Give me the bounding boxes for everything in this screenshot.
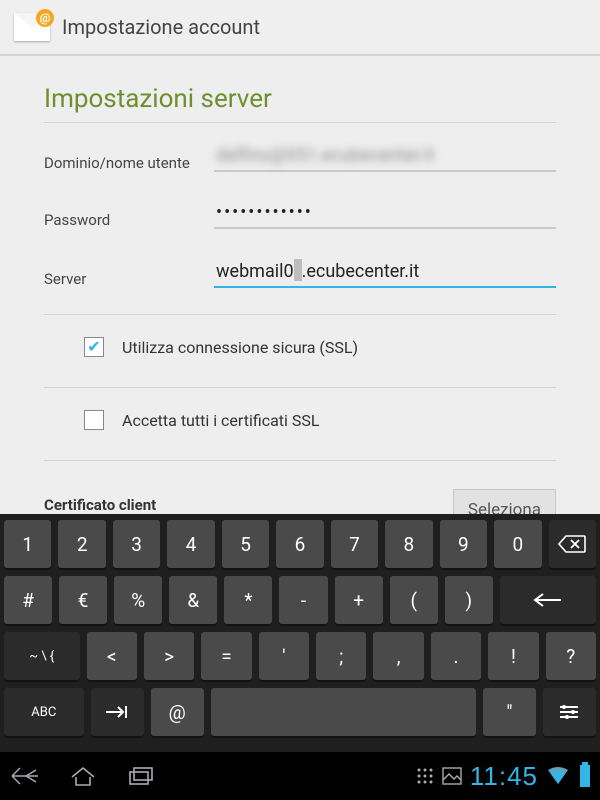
- domain-input[interactable]: delfino@051.ecubecenter.it: [214, 141, 556, 172]
- key-dquote[interactable]: ": [483, 688, 536, 736]
- key-lt[interactable]: <: [87, 632, 137, 680]
- key-plus[interactable]: +: [335, 576, 383, 624]
- key-euro[interactable]: €: [59, 576, 107, 624]
- nav-home-icon[interactable]: [68, 765, 98, 787]
- status-clock: 11:45: [470, 761, 538, 792]
- key-1[interactable]: 1: [4, 520, 51, 568]
- key-lparen[interactable]: (: [390, 576, 438, 624]
- soft-keyboard: 1 2 3 4 5 6 7 8 9 0 # € % & * - + ( ) ~ …: [0, 514, 600, 752]
- server-input-post: .ecubecenter.it: [302, 261, 420, 282]
- select-cert-button[interactable]: Seleziona: [453, 489, 556, 514]
- key-enter[interactable]: [500, 576, 596, 624]
- key-period[interactable]: .: [431, 632, 481, 680]
- key-7[interactable]: 7: [331, 520, 378, 568]
- key-space[interactable]: [211, 688, 476, 736]
- ssl-checkbox-label: Utilizza connessione sicura (SSL): [122, 338, 358, 357]
- key-question[interactable]: ?: [546, 632, 596, 680]
- server-label: Server: [44, 270, 214, 288]
- backspace-icon: [558, 535, 586, 553]
- ssl-checkbox[interactable]: [84, 337, 104, 357]
- key-0[interactable]: 0: [494, 520, 541, 568]
- password-input[interactable]: ••••••••••••: [214, 198, 556, 229]
- text-cursor: [294, 259, 302, 281]
- keyboard-row-1: 1 2 3 4 5 6 7 8 9 0: [4, 520, 596, 568]
- settings-form: Impostazioni server Dominio/nome utente …: [0, 56, 600, 514]
- key-tab[interactable]: [91, 688, 144, 736]
- key-2[interactable]: 2: [58, 520, 105, 568]
- key-apos[interactable]: ': [259, 632, 309, 680]
- key-rparen[interactable]: ): [445, 576, 493, 624]
- key-6[interactable]: 6: [276, 520, 323, 568]
- key-3[interactable]: 3: [113, 520, 160, 568]
- email-app-icon: @: [14, 13, 50, 41]
- system-bar: 11:45: [0, 752, 600, 800]
- key-star[interactable]: *: [224, 576, 272, 624]
- nav-recent-icon[interactable]: [126, 766, 156, 786]
- key-abc[interactable]: ABC: [4, 688, 84, 736]
- app-bar-title: Impostazione account: [62, 15, 260, 39]
- battery-icon: [580, 765, 590, 787]
- key-settings[interactable]: [543, 688, 596, 736]
- page-title: Impostazioni server: [44, 84, 556, 114]
- picture-icon: [442, 767, 462, 785]
- key-percent[interactable]: %: [114, 576, 162, 624]
- client-cert-label: Certificato client: [44, 496, 156, 514]
- key-bang[interactable]: !: [488, 632, 538, 680]
- key-comma[interactable]: ,: [373, 632, 423, 680]
- key-more-symbols[interactable]: ~ \ {: [4, 632, 80, 680]
- nav-back-icon[interactable]: [10, 766, 40, 786]
- key-4[interactable]: 4: [167, 520, 214, 568]
- key-semicolon[interactable]: ;: [316, 632, 366, 680]
- enter-icon: [531, 591, 565, 609]
- key-5[interactable]: 5: [222, 520, 269, 568]
- notification-dots-icon[interactable]: [416, 767, 434, 785]
- wifi-icon: [546, 766, 570, 786]
- server-input[interactable]: webmail0 .ecubecenter.it: [214, 255, 556, 288]
- accept-all-checkbox-label: Accetta tutti i certificati SSL: [122, 411, 320, 430]
- key-at[interactable]: @: [151, 688, 204, 736]
- keyboard-row-2: # € % & * - + ( ): [4, 576, 596, 624]
- keyboard-settings-icon: [558, 703, 580, 721]
- server-input-pre: webmail0: [216, 261, 294, 282]
- tab-icon: [104, 704, 130, 720]
- ssl-checkbox-row[interactable]: Utilizza connessione sicura (SSL): [84, 337, 556, 357]
- keyboard-row-4: ABC @ ": [4, 688, 596, 736]
- key-gt[interactable]: >: [144, 632, 194, 680]
- key-backspace[interactable]: [549, 520, 596, 568]
- key-9[interactable]: 9: [440, 520, 487, 568]
- accept-all-checkbox[interactable]: [84, 410, 104, 430]
- key-8[interactable]: 8: [385, 520, 432, 568]
- key-hash[interactable]: #: [4, 576, 52, 624]
- domain-label: Dominio/nome utente: [44, 154, 214, 172]
- accept-all-checkbox-row[interactable]: Accetta tutti i certificati SSL: [84, 410, 556, 430]
- password-label: Password: [44, 211, 214, 229]
- key-eq[interactable]: =: [201, 632, 251, 680]
- app-bar: @ Impostazione account: [0, 0, 600, 56]
- key-amp[interactable]: &: [169, 576, 217, 624]
- keyboard-row-3: ~ \ { < > = ' ; , . ! ?: [4, 632, 596, 680]
- key-minus[interactable]: -: [279, 576, 327, 624]
